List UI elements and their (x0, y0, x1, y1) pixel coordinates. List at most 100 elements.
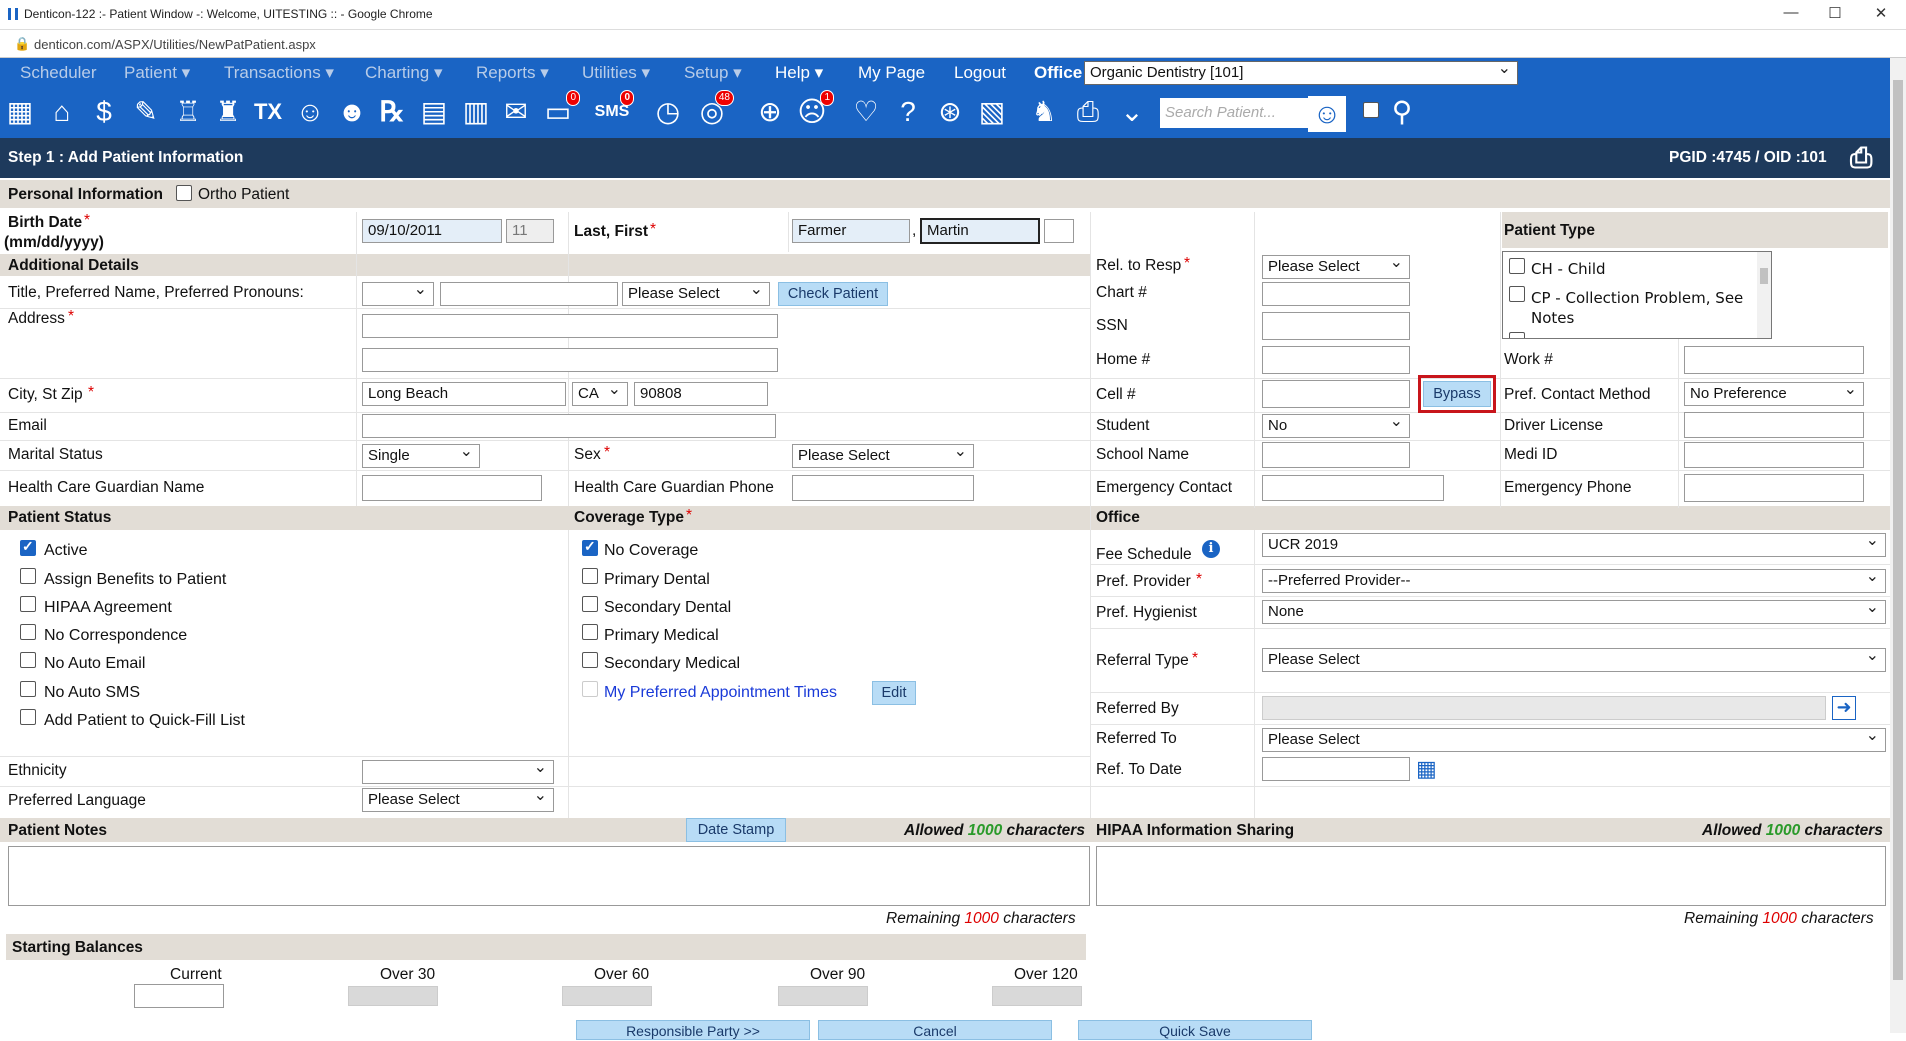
ref-to-date-input[interactable] (1262, 757, 1410, 781)
marital-select[interactable]: Single (362, 444, 480, 468)
email-input[interactable] (362, 414, 776, 438)
tooth-icon[interactable]: ♜ (210, 94, 246, 130)
menu-transactions[interactable]: Transactions ▾ (224, 63, 334, 83)
secondary-dental-checkbox[interactable] (582, 596, 598, 612)
menu-my-page[interactable]: My Page (858, 63, 925, 83)
pref-contact-select[interactable]: No Preference (1684, 382, 1864, 406)
chart-input[interactable] (1262, 282, 1410, 306)
sex-select[interactable]: Please Select (792, 444, 974, 468)
address-bar[interactable]: 🔒 denticon.com/ASPX/Utilities/NewPatPati… (0, 30, 1906, 58)
ptype-cp-checkbox[interactable] (1509, 286, 1525, 302)
no-correspondence-checkbox[interactable] (20, 624, 36, 640)
maximize-icon[interactable]: ☐ (1820, 4, 1850, 22)
address-line1-input[interactable] (362, 314, 778, 338)
balance-current-input[interactable] (134, 984, 224, 1008)
support-icon[interactable]: ⊕ (752, 94, 788, 130)
chevron-down-icon[interactable]: ⌄ (1114, 94, 1150, 130)
preferred-appt-times-link[interactable]: My Preferred Appointment Times (604, 684, 837, 702)
menu-charting[interactable]: Charting ▾ (365, 63, 443, 83)
state-select[interactable]: CA (572, 382, 628, 406)
preferred-name-input[interactable] (440, 282, 618, 306)
document-icon[interactable]: ▤ (416, 94, 452, 130)
ethnicity-select[interactable] (362, 760, 554, 784)
menu-setup[interactable]: Setup ▾ (684, 63, 742, 83)
school-input[interactable] (1262, 442, 1410, 468)
patient-type-list[interactable]: CH - Child CP - Collection Problem, See … (1502, 251, 1772, 339)
help-tooth-icon[interactable]: ? (890, 94, 926, 130)
pref-hygienist-select[interactable]: None (1262, 600, 1886, 624)
tooth-chart-icon[interactable]: ♖ (170, 94, 206, 130)
mail-icon[interactable]: ✉ (498, 94, 534, 130)
last-name-input[interactable]: Farmer (792, 219, 910, 243)
quick-save-button[interactable]: Quick Save (1078, 1020, 1312, 1040)
list-scrollbar[interactable] (1757, 252, 1771, 338)
primary-dental-checkbox[interactable] (582, 568, 598, 584)
menu-scheduler[interactable]: Scheduler (20, 63, 97, 83)
middle-initial-input[interactable] (1044, 219, 1074, 243)
file-icon[interactable]: ▥ (458, 94, 494, 130)
menu-help[interactable]: Help ▾ (775, 63, 823, 83)
alert-icon[interactable]: ☹ 1 (794, 90, 834, 130)
menu-patient[interactable]: Patient ▾ (124, 63, 190, 83)
calendar-icon[interactable]: ▦ (1416, 757, 1437, 781)
no-auto-sms-checkbox[interactable] (20, 681, 36, 697)
menu-utilities[interactable]: Utilities ▾ (582, 63, 650, 83)
birth-date-input[interactable]: 09/10/2011 (362, 219, 502, 243)
tx-icon[interactable]: TX (250, 94, 286, 130)
medi-id-input[interactable] (1684, 442, 1864, 468)
tooth-outline-icon[interactable]: ♡ (848, 94, 884, 130)
network-icon[interactable]: ⊛ (932, 94, 968, 130)
no-auto-email-checkbox[interactable] (20, 652, 36, 668)
prescription-icon[interactable]: ℞ (374, 94, 410, 130)
cancel-button[interactable]: Cancel (818, 1020, 1052, 1040)
edit-appt-button[interactable]: Edit (872, 681, 916, 705)
family-icon[interactable]: ♞ (1026, 94, 1062, 130)
emergency-contact-input[interactable] (1262, 475, 1444, 501)
menu-reports[interactable]: Reports ▾ (476, 63, 549, 83)
rel-to-resp-select[interactable]: Please Select (1262, 255, 1410, 279)
appt-times-checkbox[interactable] (582, 681, 598, 697)
hcg-phone-input[interactable] (792, 475, 974, 501)
ptype-ch-checkbox[interactable] (1509, 258, 1525, 274)
preferred-language-select[interactable]: Please Select (362, 788, 554, 812)
bypass-button[interactable]: Bypass (1423, 381, 1491, 407)
print-icon[interactable]: ⎙ (1850, 142, 1872, 175)
hcg-name-input[interactable] (362, 475, 542, 501)
close-icon[interactable]: ✕ (1866, 4, 1896, 22)
vertical-scrollbar[interactable] (1890, 58, 1906, 1033)
menu-logout[interactable]: Logout (954, 63, 1006, 83)
home-icon[interactable]: ⌂ (44, 94, 80, 130)
responsible-party-button[interactable]: Responsible Party >> (576, 1020, 810, 1040)
primary-medical-checkbox[interactable] (582, 624, 598, 640)
date-stamp-button[interactable]: Date Stamp (686, 818, 786, 842)
clock-icon[interactable]: ◷ (650, 94, 686, 130)
ortho-checkbox[interactable] (176, 185, 192, 201)
search-option-checkbox[interactable] (1363, 102, 1379, 118)
referral-type-select[interactable]: Please Select (1262, 648, 1886, 672)
no-coverage-checkbox[interactable] (582, 538, 598, 556)
secondary-medical-checkbox[interactable] (582, 652, 598, 668)
message-icon[interactable]: ▭ 0 (540, 90, 580, 130)
hipaa-sharing-textarea[interactable] (1096, 846, 1886, 906)
ssn-input[interactable] (1262, 312, 1410, 340)
arrow-right-icon[interactable]: ➜ (1832, 696, 1856, 720)
info-icon[interactable]: i (1202, 540, 1220, 558)
office-select[interactable]: Organic Dentistry [101] (1084, 61, 1518, 85)
fee-schedule-select[interactable]: UCR 2019 (1262, 533, 1886, 557)
checklist-icon[interactable]: ▧ (974, 94, 1010, 130)
student-select[interactable]: No (1262, 414, 1410, 438)
work-phone-input[interactable] (1684, 346, 1864, 374)
check-patient-button[interactable]: Check Patient (778, 282, 888, 306)
title-select[interactable] (362, 282, 434, 306)
advanced-search-icon[interactable]: ⚲ (1384, 94, 1420, 130)
minimize-icon[interactable]: — (1776, 4, 1806, 21)
patient-notes-textarea[interactable] (8, 846, 1090, 906)
add-patient-icon[interactable]: ☺ (292, 94, 328, 130)
globe-icon[interactable]: ◎ 48 (694, 90, 734, 130)
driver-license-input[interactable] (1684, 412, 1864, 438)
pen-icon[interactable]: ✎ (128, 94, 164, 130)
zip-input[interactable]: 90808 (634, 382, 768, 406)
status-active-checkbox[interactable] (20, 538, 36, 556)
cell-phone-input[interactable] (1262, 380, 1410, 408)
dollar-icon[interactable]: $ (86, 94, 122, 130)
